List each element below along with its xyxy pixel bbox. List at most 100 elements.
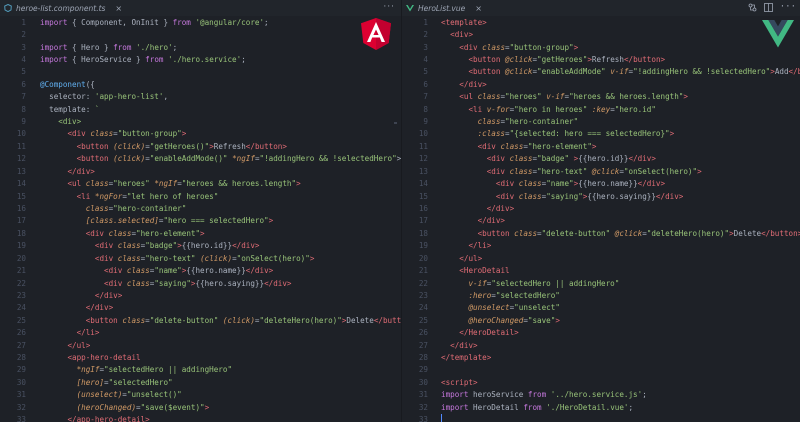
code-line[interactable]: 33 </app-hero-detail> [0, 413, 401, 422]
code-text: import { Hero } from './hero'; [40, 42, 178, 52]
code-line[interactable]: 3 import { Hero } from './hero'; [0, 41, 401, 53]
code-line[interactable]: 26 </li> [0, 327, 401, 339]
code-line[interactable]: 18 <button class="delete-button" @click=… [402, 227, 800, 239]
code-text: </div> [450, 340, 478, 350]
line-number: 15 [16, 191, 26, 201]
code-line[interactable]: 21 <HeroDetail [402, 264, 800, 276]
tab-label: heroe-list.component.ts [16, 3, 106, 13]
code-line[interactable]: 13 </div> [0, 165, 401, 177]
code-line[interactable]: 6 @Component({ [0, 78, 401, 90]
line-number: 12 [418, 154, 428, 164]
tab-label: HeroList.vue [418, 3, 466, 13]
scrollbar-marker [394, 122, 397, 124]
code-line[interactable]: 32 import HeroDetail from './HeroDetail.v… [402, 401, 800, 413]
code-line[interactable]: 22 v-if="selectedHero || addingHero" [402, 277, 800, 289]
code-line[interactable]: 14 <div class="name">{{hero.name}}</div> [402, 177, 800, 189]
code-line[interactable]: 15 <div class="saying">{{hero.saying}}</… [402, 190, 800, 202]
code-line[interactable]: 17 </div> [402, 215, 800, 227]
code-line[interactable]: 9 class="hero-container" [402, 115, 800, 127]
code-line[interactable]: 1 <template> [402, 16, 800, 28]
code-line[interactable]: 2 <div> [402, 28, 800, 40]
code-line[interactable]: 30 [hero]="selectedHero" [0, 376, 401, 388]
code-line[interactable]: 1 import { Component, OnInit } from '@ang… [0, 16, 401, 28]
code-line[interactable]: 4 import { HeroService } from './hero.ser… [0, 53, 401, 65]
code-line[interactable]: 29 [402, 364, 800, 376]
code-line[interactable]: 9 <div> [0, 115, 401, 127]
code-text: template: ` [40, 104, 100, 114]
code-line[interactable]: 28 <app-hero-detail [0, 351, 401, 363]
code-line[interactable]: 12 <div class="badge" >{{hero.id}}</div> [402, 153, 800, 165]
code-line[interactable]: 26 </HeroDetail> [402, 327, 800, 339]
left-tab-bar: heroe-list.component.ts × ··· [0, 0, 401, 16]
line-number: 8 [423, 104, 428, 114]
more-icon[interactable]: ··· [780, 3, 796, 12]
code-line[interactable]: 32 (heroChanged)="save($event)"> [0, 401, 401, 413]
code-line[interactable]: 11 <button (click)="getHeroes()">Refresh… [0, 140, 401, 152]
line-number: 10 [418, 129, 428, 139]
code-line[interactable]: 11 <div class="hero-element"> [402, 140, 800, 152]
code-line[interactable]: 2 [0, 28, 401, 40]
close-icon[interactable]: × [475, 4, 482, 13]
left-code-editor[interactable]: 1 import { Component, OnInit } from '@ang… [0, 16, 401, 422]
code-line[interactable]: 5 <button @click="enableAddMode" v-if="!… [402, 66, 800, 78]
code-line[interactable]: 25 @heroChanged="save"> [402, 314, 800, 326]
line-number: 3 [423, 42, 428, 52]
code-line[interactable]: 21 <div class="name">{{hero.name}}</div> [0, 264, 401, 276]
code-line[interactable]: 13 <div class="hero-text" @click="onSele… [402, 165, 800, 177]
code-text: <div class="hero-element"> [85, 228, 205, 238]
tab-heroe-list-component[interactable]: heroe-list.component.ts × [0, 0, 129, 16]
code-line[interactable]: 4 <button @click="getHeroes">Refresh</bu… [402, 53, 800, 65]
line-number: 13 [16, 166, 26, 176]
code-line[interactable]: 31 (unselect)="unselect()" [0, 389, 401, 401]
code-line[interactable]: 17 [class.selected]="hero === selectedHe… [0, 215, 401, 227]
code-line[interactable]: 23 :hero="selectedHero" [402, 289, 800, 301]
right-code-editor[interactable]: 1 <template> 2 <div> 3 <div class="button-g… [402, 16, 800, 422]
line-number: 27 [16, 340, 26, 350]
code-text: @unselect="unselect" [468, 303, 560, 313]
code-line[interactable]: 19 <div class="badge">{{hero.id}}</div> [0, 240, 401, 252]
code-line[interactable]: 24 @unselect="unselect" [402, 302, 800, 314]
right-tab-bar: HeroList.vue × ··· [402, 0, 800, 16]
code-line[interactable]: 6 </div> [402, 78, 800, 90]
code-line[interactable]: 23 </div> [0, 289, 401, 301]
code-line[interactable]: 29 *ngIf="selectedHero || addingHero" [0, 364, 401, 376]
line-number: 2 [423, 30, 428, 40]
code-line[interactable]: 16 </div> [402, 202, 800, 214]
code-line[interactable]: 27 </ul> [0, 339, 401, 351]
code-line[interactable]: 8 <li v-for="hero in heroes" :key="hero.… [402, 103, 800, 115]
compare-icon[interactable] [748, 3, 757, 12]
code-line[interactable]: 5 [0, 66, 401, 78]
code-line[interactable]: 8 template: ` [0, 103, 401, 115]
code-line[interactable]: 25 <button class="delete-button" (click)… [0, 314, 401, 326]
code-line[interactable]: 19 </li> [402, 240, 800, 252]
code-text: </app-hero-detail> [67, 415, 150, 422]
code-text: <app-hero-detail [67, 353, 141, 363]
code-line[interactable]: 18 <div class="hero-element"> [0, 227, 401, 239]
code-line[interactable]: 3 <div class="button-group"> [402, 41, 800, 53]
split-editor-icon[interactable] [763, 3, 773, 12]
code-line[interactable]: 27 </div> [402, 339, 800, 351]
code-line[interactable]: 12 <button (click)="enableAddMode()" *ng… [0, 153, 401, 165]
code-line[interactable]: 7 <ul class="heroes" v-if="heroes && her… [402, 91, 800, 103]
code-line[interactable]: 24 </div> [0, 302, 401, 314]
code-line[interactable]: 7 selector: 'app-hero-list', [0, 91, 401, 103]
code-line[interactable]: 30 <script> [402, 376, 800, 388]
code-line[interactable]: 20 <div class="hero-text" (click)="onSel… [0, 252, 401, 264]
code-line[interactable]: 20 </ul> [402, 252, 800, 264]
code-line[interactable]: 15 <li *ngFor="let hero of heroes" [0, 190, 401, 202]
code-line[interactable]: 10 :class="{selected: hero === selectedH… [402, 128, 800, 140]
code-line[interactable]: 10 <div class="button-group"> [0, 128, 401, 140]
line-number: 20 [418, 253, 428, 263]
code-line[interactable]: 33 [402, 413, 800, 422]
code-text: </div> [85, 303, 114, 313]
more-icon[interactable]: ··· [383, 2, 395, 12]
line-number: 30 [418, 377, 428, 387]
code-text: <div class="name">{{hero.name}}</div> [495, 179, 666, 189]
tab-herolist-vue[interactable]: HeroList.vue × [402, 0, 488, 16]
code-line[interactable]: 16 class="hero-container" [0, 202, 401, 214]
code-line[interactable]: 31 import heroService from '../hero.servi… [402, 389, 800, 401]
code-line[interactable]: 22 <div class="saying">{{hero.saying}}</… [0, 277, 401, 289]
code-line[interactable]: 28 </template> [402, 351, 800, 363]
code-line[interactable]: 14 <ul class="heroes" *ngIf="heroes && h… [0, 177, 401, 189]
close-icon[interactable]: × [115, 4, 122, 13]
